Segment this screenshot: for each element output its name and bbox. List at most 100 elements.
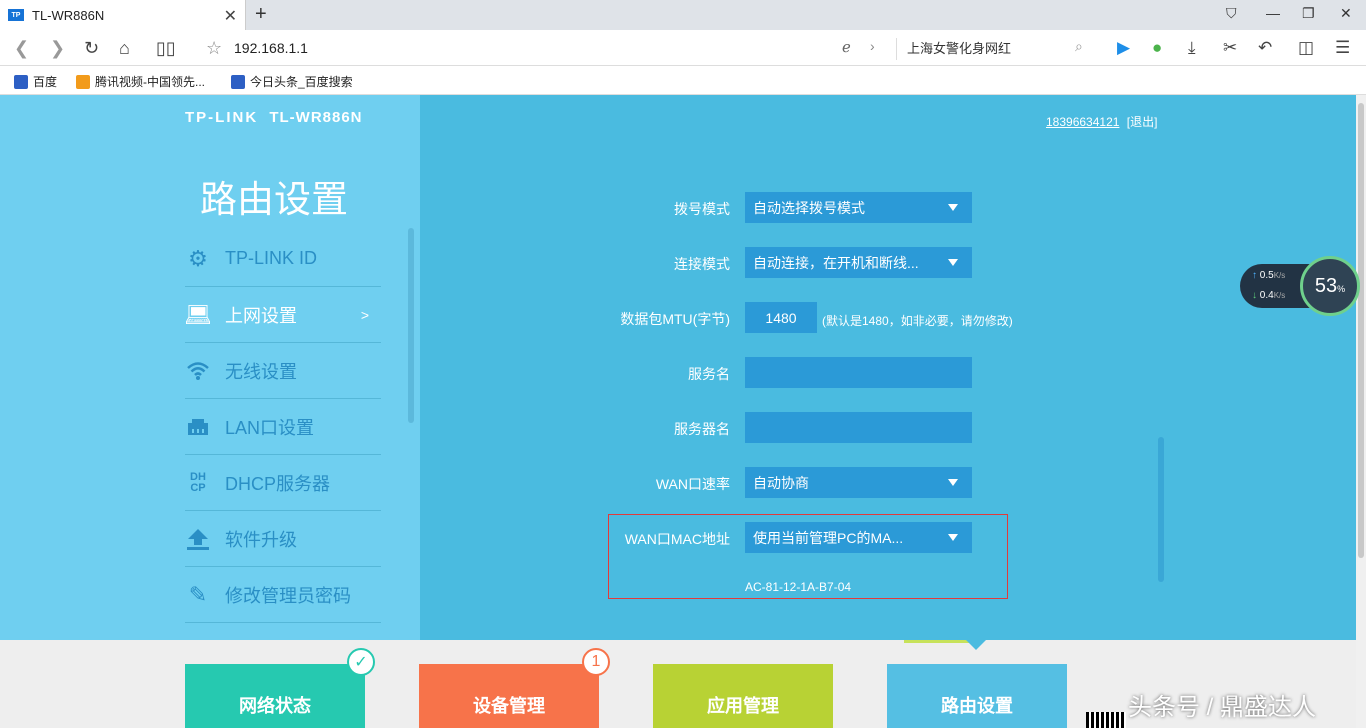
caret-down-icon — [948, 259, 958, 266]
tile-app-management[interactable]: 应用管理 — [653, 664, 833, 728]
star-icon[interactable]: ☆ — [206, 38, 222, 59]
gear-icon: ⚙ — [188, 245, 208, 271]
page-scrollbar[interactable] — [1356, 95, 1366, 728]
wan-speed-value: 自动协商 — [753, 474, 809, 491]
minimize-icon[interactable]: — — [1266, 5, 1280, 21]
bag-icon[interactable]: ◫ — [1298, 38, 1314, 58]
logout-link[interactable]: [退出] — [1127, 115, 1158, 129]
chevron-right-icon[interactable]: › — [870, 38, 875, 54]
close-window-icon[interactable]: ✕ — [1340, 5, 1352, 22]
laptop-icon: 💻︎ — [184, 301, 212, 327]
active-pointer — [966, 640, 986, 650]
download-speed: ↓ 0.4K/s — [1252, 290, 1285, 301]
address-bar: ❮ ❯ ↻ ⌂ ▯▯ ☆ 192.168.1.1 ℯ › 上海女警化身网红 ⌕ … — [0, 30, 1366, 66]
speed-unit: K/s — [1273, 271, 1286, 280]
wan-mac-label: WAN口MAC地址 — [624, 531, 730, 547]
service-name-label: 服务名 — [688, 366, 730, 382]
browser-tab[interactable]: TP TL-WR886N ✕ — [0, 0, 246, 30]
check-icon: ✓ — [347, 648, 375, 676]
wan-speed-select[interactable]: 自动协商 — [745, 467, 972, 498]
reader-icon[interactable]: ▯▯ — [156, 38, 176, 59]
undo-icon[interactable]: ↶ — [1258, 38, 1272, 58]
chevron-right-icon: > — [360, 306, 369, 323]
sidebar-item-lan[interactable]: LAN口设置 — [185, 399, 381, 455]
sidebar-item-label: TP-LINK ID — [225, 248, 318, 268]
page-scrollbar-thumb[interactable] — [1358, 103, 1364, 558]
tile-router-settings[interactable]: 路由设置 — [887, 664, 1067, 728]
dial-mode-value: 自动选择拨号模式 — [753, 199, 865, 216]
sidebar-item-tplink-id[interactable]: ⚙ TP-LINK ID — [185, 231, 381, 287]
menu-icon[interactable]: ☰ — [1335, 38, 1350, 58]
tile-label: 设备管理 — [473, 696, 545, 716]
home-icon[interactable]: ⌂ — [119, 38, 130, 59]
sidebar-item-label: 无线设置 — [225, 361, 297, 382]
play-icon[interactable]: ▶ — [1117, 38, 1130, 58]
account-phone-link[interactable]: 18396634121 — [1046, 115, 1119, 129]
new-tab-icon[interactable]: + — [255, 3, 267, 26]
dial-mode-select[interactable]: 自动选择拨号模式 — [745, 192, 972, 223]
usage-percent: 53 — [1314, 274, 1338, 297]
sidebar-scrollbar[interactable] — [408, 228, 414, 423]
reload-icon[interactable]: ↻ — [84, 38, 99, 59]
tile-device-management[interactable]: 设备管理 — [419, 664, 599, 728]
tile-label: 路由设置 — [941, 696, 1013, 716]
caret-down-icon — [948, 534, 958, 541]
wan-mac-select[interactable]: 使用当前管理PC的MA... — [745, 522, 972, 553]
sidebar-item-internet[interactable]: 💻︎ 上网设置 > — [184, 287, 381, 343]
maximize-icon[interactable]: ❐ — [1302, 5, 1315, 22]
pencil-icon: ✎ — [188, 581, 208, 607]
mtu-hint: (默认是1480，如非必要，请勿修改) — [822, 314, 1013, 328]
page-title: 路由设置 — [200, 178, 348, 221]
close-tab-icon[interactable]: ✕ — [224, 6, 237, 26]
sidebar-item-label: 上网设置 — [225, 305, 297, 326]
mtu-input[interactable]: 1480 — [745, 302, 817, 333]
wan-mac-value: 使用当前管理PC的MA... — [753, 529, 904, 546]
back-icon[interactable]: ❮ — [14, 38, 29, 59]
wan-speed-label: WAN口速率 — [655, 476, 730, 492]
sidebar-item-label: 软件升级 — [225, 529, 297, 550]
search-input[interactable]: 上海女警化身网红 — [896, 38, 1096, 60]
connect-mode-select[interactable]: 自动连接，在开机和断线... — [745, 247, 972, 278]
bookmarks-bar: 百度 腾讯视频-中国领先... 今日头条_百度搜索 — [0, 66, 1366, 95]
search-icon[interactable]: ⌕ — [1075, 38, 1083, 55]
sidebar-item-password[interactable]: ✎ 修改管理员密码 — [185, 567, 381, 623]
account-area: 18396634121 [退出] — [1046, 113, 1157, 130]
server-name-input[interactable] — [745, 412, 972, 443]
ie-icon[interactable]: ℯ — [842, 38, 851, 56]
upload-icon — [185, 526, 211, 552]
wechat-icon[interactable]: ● — [1152, 38, 1162, 58]
scissors-icon[interactable]: ✂ — [1223, 38, 1237, 58]
bookmark-toutiao[interactable]: 今日头条_百度搜索 — [231, 73, 353, 90]
arrow-down-icon: ↓ — [1252, 290, 1257, 301]
paw-icon — [14, 74, 28, 89]
download-icon[interactable]: ⤓ — [1188, 38, 1196, 58]
content-scrollbar[interactable] — [1158, 437, 1164, 582]
bookmark-label: 百度 — [33, 75, 58, 89]
qr-code-icon — [1086, 712, 1126, 728]
speed-unit: K/s — [1273, 291, 1286, 300]
tile-network-status[interactable]: 网络状态 — [185, 664, 365, 728]
sidebar-item-label: LAN口设置 — [225, 417, 315, 438]
caret-down-icon — [948, 479, 958, 486]
sidebar-item-wireless[interactable]: 无线设置 — [185, 343, 381, 399]
forward-icon[interactable]: ❯ — [50, 38, 65, 59]
pin-icon[interactable]: ⛉ — [1226, 5, 1237, 22]
router-page: TP-LINK TL-WR886N 18396634121 [退出] 路由设置 … — [0, 95, 1356, 728]
watermark: 头条号 / 鼎盛达人 — [1128, 694, 1317, 721]
service-name-input[interactable] — [745, 357, 972, 388]
memory-usage-gauge[interactable]: 53% — [1300, 256, 1360, 316]
bookmark-tencent-video[interactable]: 腾讯视频-中国领先... — [76, 73, 205, 90]
connect-mode-label: 连接模式 — [674, 256, 730, 272]
sidebar-item-upgrade[interactable]: 软件升级 — [185, 511, 381, 567]
connect-mode-value: 自动连接，在开机和断线... — [753, 254, 919, 271]
bookmark-label: 腾讯视频-中国领先... — [95, 75, 205, 89]
caret-down-icon — [948, 204, 958, 211]
sidebar-item-dhcp[interactable]: DH CP DHCP服务器 — [185, 455, 381, 511]
brand: TP-LINK TL-WR886N — [185, 109, 363, 126]
server-name-label: 服务器名 — [674, 421, 730, 437]
dhcp-icon: DH CP — [190, 470, 206, 494]
sidebar-item-label: DHCP服务器 — [225, 473, 331, 494]
sidebar-item-label: 修改管理员密码 — [225, 585, 351, 606]
url-input[interactable]: 192.168.1.1 — [234, 40, 308, 56]
bookmark-baidu[interactable]: 百度 — [14, 73, 57, 90]
